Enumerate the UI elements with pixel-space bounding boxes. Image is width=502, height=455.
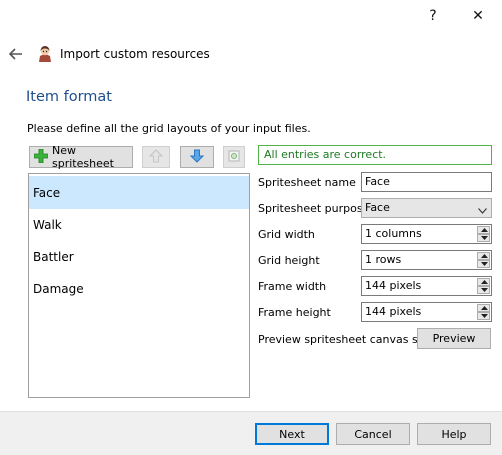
- grid-width-label: Grid width: [258, 228, 315, 241]
- spritesheet-name-label: Spritesheet name: [258, 176, 356, 189]
- list-item[interactable]: Face: [29, 176, 249, 209]
- spritesheet-purpose-label: Spritesheet purpose: [258, 202, 370, 215]
- purpose-selected-value: Face: [365, 201, 390, 214]
- frame-height-label: Frame height: [258, 306, 331, 319]
- spin-down-icon[interactable]: [477, 312, 490, 320]
- preview-canvas-label: Preview spritesheet canvas size: [258, 333, 434, 346]
- move-up-button[interactable]: [142, 146, 170, 168]
- frame-height-stepper[interactable]: 144 pixels: [361, 302, 492, 322]
- help-footer-button[interactable]: Help: [417, 423, 491, 445]
- spritesheet-purpose-select[interactable]: Face: [361, 198, 492, 218]
- cancel-button[interactable]: Cancel: [336, 423, 410, 445]
- frame-width-label: Frame width: [258, 280, 327, 293]
- new-spritesheet-button[interactable]: New spritesheet: [29, 144, 133, 170]
- spin-up-icon[interactable]: [477, 304, 490, 312]
- spin-up-icon[interactable]: [477, 226, 490, 234]
- spin-down-icon[interactable]: [477, 260, 490, 268]
- move-down-button[interactable]: [180, 146, 214, 168]
- character-avatar-icon: [37, 45, 53, 63]
- preview-small-button[interactable]: [223, 146, 245, 168]
- add-icon: [33, 148, 49, 166]
- list-item[interactable]: Walk: [29, 208, 249, 241]
- grid-height-value: 1 rows: [365, 253, 402, 266]
- frame-height-value: 144 pixels: [365, 305, 422, 318]
- wizard-title: Import custom resources: [60, 47, 210, 61]
- grid-width-value: 1 columns: [365, 227, 422, 240]
- preview-button[interactable]: Preview: [417, 328, 491, 349]
- next-button[interactable]: Next: [255, 423, 329, 445]
- grid-width-stepper[interactable]: 1 columns: [361, 224, 492, 244]
- validation-status: All entries are correct.: [258, 145, 492, 165]
- preview-small-icon: [227, 149, 241, 166]
- spin-up-icon[interactable]: [477, 252, 490, 260]
- list-item[interactable]: Battler: [29, 240, 249, 273]
- back-arrow-icon[interactable]: [6, 44, 26, 64]
- list-item[interactable]: Damage: [29, 272, 249, 305]
- section-title: Item format: [26, 89, 112, 105]
- chevron-down-icon: [478, 204, 487, 214]
- spin-down-icon[interactable]: [477, 286, 490, 294]
- spin-down-icon[interactable]: [477, 234, 490, 242]
- grid-height-label: Grid height: [258, 254, 320, 267]
- spritesheet-list[interactable]: Face Walk Battler Damage: [28, 173, 250, 398]
- move-up-icon: [148, 148, 164, 166]
- move-down-icon: [189, 149, 205, 166]
- frame-width-stepper[interactable]: 144 pixels: [361, 276, 492, 296]
- new-spritesheet-label: New spritesheet: [52, 144, 114, 170]
- grid-height-stepper[interactable]: 1 rows: [361, 250, 492, 270]
- spritesheet-name-input[interactable]: Face: [361, 172, 492, 192]
- close-button[interactable]: ✕: [458, 4, 498, 28]
- help-button[interactable]: ?: [413, 4, 453, 28]
- frame-width-value: 144 pixels: [365, 279, 422, 292]
- instruction-text: Please define all the grid layouts of yo…: [27, 122, 311, 135]
- spin-up-icon[interactable]: [477, 278, 490, 286]
